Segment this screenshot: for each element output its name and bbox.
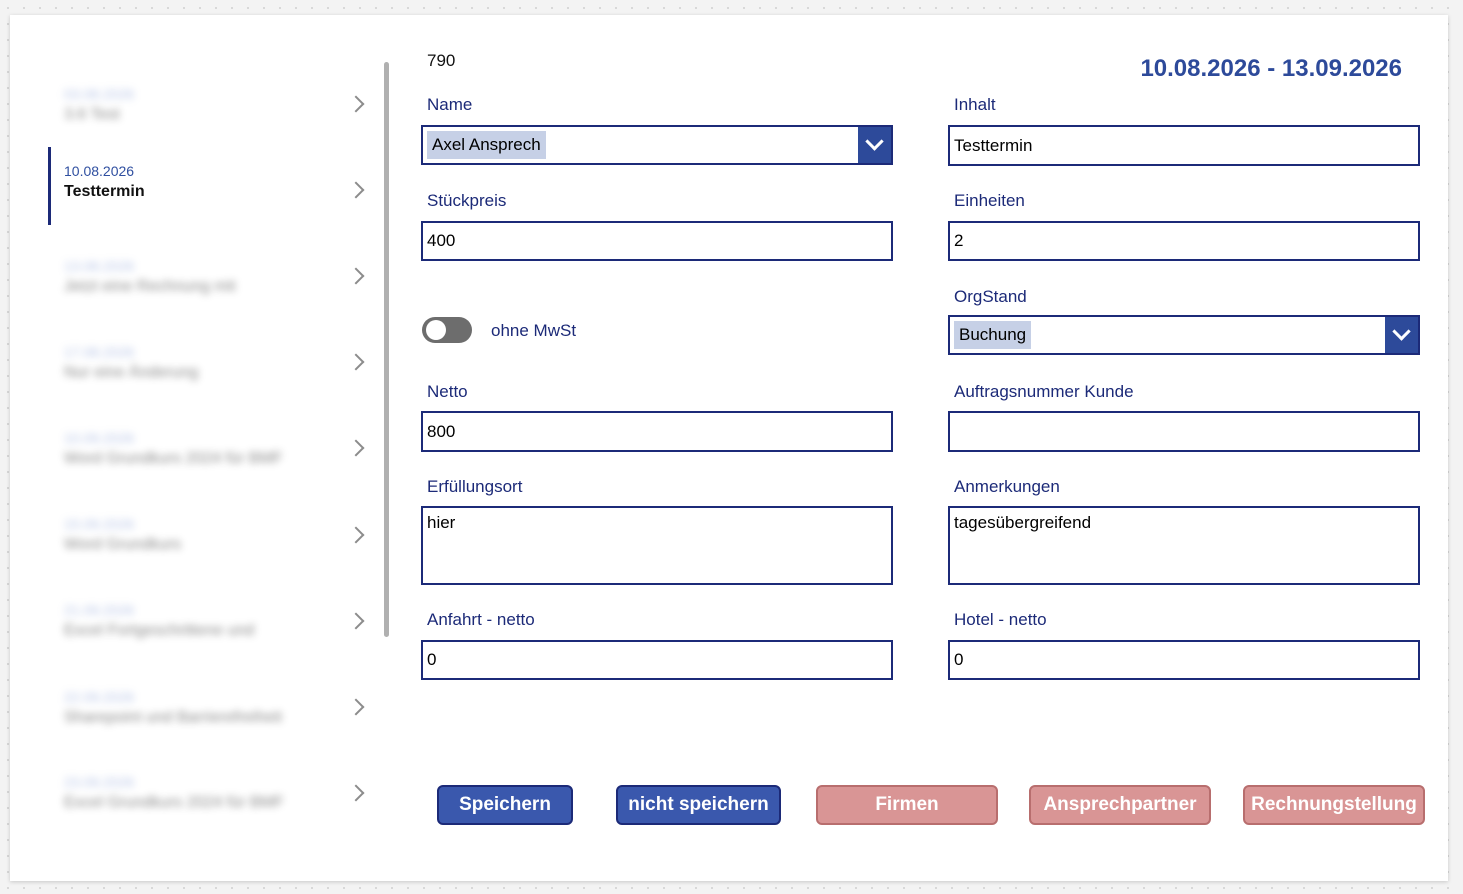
orgstand-dropdown[interactable]: Buchung (948, 315, 1420, 355)
einheiten-input[interactable]: 2 (948, 221, 1420, 261)
record-id: 790 (427, 51, 456, 70)
app-card: 03.08.2026 3.6 Test 10.08.2026 Testtermi… (10, 15, 1448, 881)
list-scrollbar[interactable] (384, 62, 389, 637)
chevron-right-icon[interactable] (347, 439, 365, 457)
einheiten-label: Einheiten (954, 191, 1025, 210)
list-item[interactable]: 21.09.2026 Excel Fortgeschrittene und (48, 586, 348, 664)
anmerkungen-label: Anmerkungen (954, 477, 1060, 496)
list-item[interactable]: 13.08.2026 Jetzt eine Rechnung mit (48, 242, 348, 320)
name-dropdown[interactable]: Axel Ansprech (421, 125, 893, 165)
list-item[interactable]: 23.09.2026 Excel Grundkurs 2024 für BMF (48, 758, 348, 836)
list-item-title: Excel Grundkurs 2024 für BMF (64, 794, 284, 811)
dont-save-button[interactable]: nicht speichern (616, 785, 781, 825)
chevron-right-icon[interactable] (347, 95, 365, 113)
save-button[interactable]: Speichern (437, 785, 573, 825)
anfahrt-input[interactable]: 0 (421, 640, 893, 680)
chevron-right-icon[interactable] (347, 526, 365, 544)
list-item-date: 10.08.2026 (64, 163, 135, 179)
netto-input[interactable]: 800 (421, 411, 893, 452)
list-item-date: 15.09.2026 (64, 516, 135, 532)
list-item-date: 22.09.2026 (64, 689, 135, 705)
list-item-title: Sharepoint und Barrierefreiheit (64, 709, 282, 726)
list-item-date: 10.09.2026 (64, 430, 135, 446)
chevron-right-icon[interactable] (347, 181, 365, 199)
list-item-title: Testtermin (64, 183, 145, 200)
list-item[interactable]: 03.08.2026 3.6 Test (48, 70, 348, 148)
list-item-date: 23.09.2026 (64, 774, 135, 790)
chevron-down-icon (1392, 322, 1411, 341)
stueckpreis-label: Stückpreis (427, 191, 507, 210)
hotel-input[interactable]: 0 (948, 640, 1420, 680)
ansprechpartner-button[interactable]: Ansprechpartner (1029, 785, 1211, 825)
chevron-right-icon[interactable] (347, 267, 365, 285)
list-item-date: 21.09.2026 (64, 602, 135, 618)
list-item-date: 03.08.2026 (64, 86, 135, 102)
list-item[interactable]: 17.08.2026 Nur eine Änderung (48, 328, 348, 406)
erfuellungsort-label: Erfüllungsort (427, 477, 523, 496)
list-item-title: Word Grundkurs 2024 für BMF (64, 450, 283, 467)
firmen-button[interactable]: Firmen (816, 785, 998, 825)
name-label: Name (427, 95, 473, 114)
auftragsnummer-input[interactable] (948, 411, 1420, 452)
toggle-knob (426, 320, 446, 340)
rechnungstellung-button[interactable]: Rechnungstellung (1243, 785, 1425, 825)
chevron-right-icon[interactable] (347, 698, 365, 716)
date-range: 10.08.2026 - 13.09.2026 (1140, 55, 1402, 82)
orgstand-label: OrgStand (954, 287, 1027, 306)
stueckpreis-input[interactable]: 400 (421, 221, 893, 261)
list-item-title: Word Grundkurs (64, 536, 182, 553)
name-value: Axel Ansprech (427, 131, 546, 159)
list-item-title: Excel Fortgeschrittene und (64, 622, 255, 639)
orgstand-dropdown-button[interactable] (1385, 317, 1418, 353)
name-dropdown-button[interactable] (858, 127, 891, 163)
netto-label: Netto (427, 382, 468, 401)
inhalt-label: Inhalt (954, 95, 996, 114)
list-item[interactable]: 15.09.2026 Word Grundkurs (48, 500, 348, 578)
list-item-date: 17.08.2026 (64, 344, 135, 360)
orgstand-value: Buchung (954, 321, 1032, 349)
ohne-mwst-label: ohne MwSt (491, 321, 577, 340)
inhalt-input[interactable]: Testtermin (948, 125, 1420, 166)
anmerkungen-input[interactable]: tagesübergreifend (948, 506, 1420, 585)
chevron-down-icon (865, 132, 884, 151)
anfahrt-label: Anfahrt - netto (427, 610, 535, 629)
list-item[interactable]: 10.09.2026 Word Grundkurs 2024 für BMF (48, 414, 348, 492)
list-item-selected[interactable]: 10.08.2026 Testtermin (48, 147, 348, 225)
list-item[interactable]: 22.09.2026 Sharepoint und Barrierefreihe… (48, 673, 348, 751)
chevron-right-icon[interactable] (347, 353, 365, 371)
list-item-date: 13.08.2026 (64, 258, 135, 274)
chevron-right-icon[interactable] (347, 612, 365, 630)
list-item-title: Nur eine Änderung (64, 364, 199, 381)
chevron-right-icon[interactable] (347, 784, 365, 802)
auftragsnummer-label: Auftragsnummer Kunde (954, 382, 1134, 401)
list-item-title: 3.6 Test (64, 106, 120, 123)
ohne-mwst-toggle[interactable] (422, 317, 472, 343)
list-item-title: Jetzt eine Rechnung mit (64, 278, 236, 295)
hotel-label: Hotel - netto (954, 610, 1047, 629)
erfuellungsort-input[interactable]: hier (421, 506, 893, 585)
